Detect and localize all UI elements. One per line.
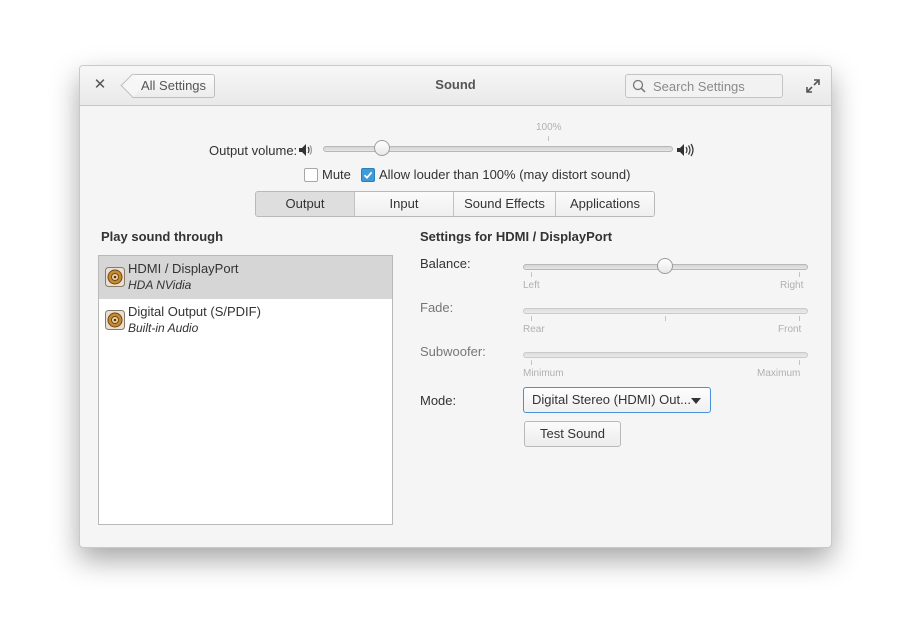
maximize-icon[interactable] — [805, 78, 821, 94]
device-description: Built-in Audio — [128, 321, 199, 335]
tab-sound-effects[interactable]: Sound Effects — [453, 192, 555, 216]
mute-label: Mute — [322, 167, 351, 182]
balance-tick-right — [799, 272, 800, 277]
volume-low-icon — [299, 144, 313, 156]
device-name: Digital Output (S/PDIF) — [128, 304, 261, 319]
allow-louder-label: Allow louder than 100% (may distort soun… — [379, 167, 631, 182]
balance-label: Balance: — [420, 256, 471, 271]
subwoofer-slider — [523, 352, 808, 358]
subwoofer-tick-right — [799, 360, 800, 365]
speaker-icon — [105, 267, 125, 287]
fade-tick-left — [531, 316, 532, 321]
fade-slider — [523, 308, 808, 314]
checkmark-icon — [363, 171, 373, 180]
balance-slider-handle[interactable] — [657, 258, 673, 274]
balance-tick-left — [531, 272, 532, 277]
mode-dropdown[interactable]: Digital Stereo (HDMI) Out... — [523, 387, 711, 413]
subwoofer-minimum-label: Minimum — [523, 368, 564, 379]
output-volume-label: Output volume: — [209, 143, 298, 158]
settings-heading: Settings for HDMI / DisplayPort — [420, 229, 613, 244]
search-icon — [632, 79, 646, 93]
search-input[interactable]: Search Settings — [625, 74, 783, 98]
tab-input[interactable]: Input — [354, 192, 453, 216]
titlebar: ✕ All Settings Sound Search Settings — [80, 66, 831, 106]
mute-checkbox[interactable] — [304, 168, 318, 182]
allow-louder-checkbox[interactable] — [361, 168, 375, 182]
output-volume-slider-handle[interactable] — [374, 140, 391, 156]
volume-high-icon — [677, 143, 694, 157]
balance-right-label: Right — [780, 280, 804, 291]
search-placeholder: Search Settings — [653, 79, 745, 94]
device-description: HDA NVidia — [128, 278, 192, 292]
play-sound-through-heading: Play sound through — [101, 229, 224, 244]
fade-tick-right — [799, 316, 800, 321]
subwoofer-tick-left — [531, 360, 532, 365]
tab-output[interactable]: Output — [256, 192, 354, 216]
test-sound-button[interactable]: Test Sound — [524, 421, 621, 447]
subwoofer-maximum-label: Maximum — [757, 368, 801, 379]
list-item-hdmi-displayport[interactable]: HDMI / DisplayPort HDA NVidia — [99, 256, 392, 299]
mode-selected-value: Digital Stereo (HDMI) Out... — [532, 392, 691, 407]
fade-front-label: Front — [778, 324, 802, 335]
mode-label: Mode: — [420, 393, 457, 408]
sound-settings-window: ✕ All Settings Sound Search Settings 100… — [79, 65, 832, 548]
device-name: HDMI / DisplayPort — [128, 261, 239, 276]
balance-left-label: Left — [523, 280, 540, 291]
fade-rear-label: Rear — [523, 324, 545, 335]
output-device-list: HDMI / DisplayPort HDA NVidia Digital Ou… — [98, 255, 393, 525]
sound-tabs: Output Input Sound Effects Applications — [255, 191, 655, 217]
subwoofer-label: Subwoofer: — [420, 344, 486, 359]
speaker-icon — [105, 310, 125, 330]
fade-label: Fade: — [420, 300, 454, 315]
dropdown-arrow-icon — [691, 398, 701, 404]
list-item-digital-output[interactable]: Digital Output (S/PDIF) Built-in Audio — [99, 299, 392, 342]
volume-100-tick — [548, 136, 549, 141]
tab-applications[interactable]: Applications — [555, 192, 654, 216]
volume-100-mark-label: 100% — [536, 122, 562, 133]
fade-tick-center — [665, 316, 666, 321]
